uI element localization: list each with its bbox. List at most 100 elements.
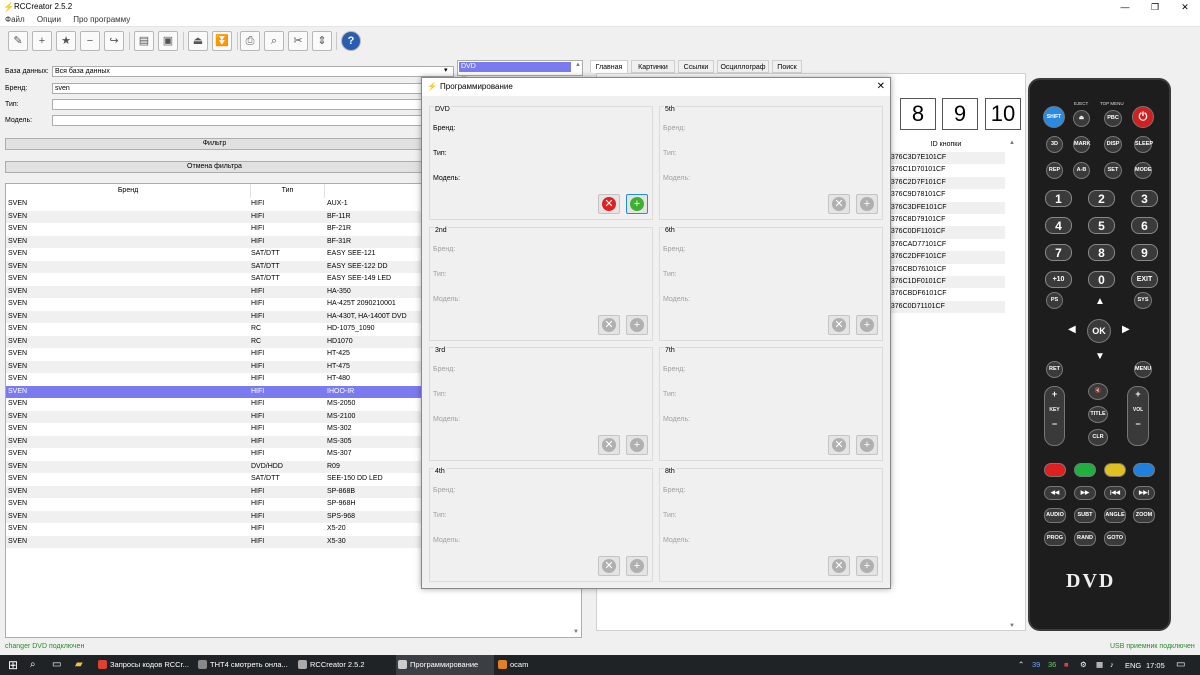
remote-prev-icon[interactable]: |◀◀	[1104, 486, 1126, 500]
device-item-selected[interactable]: DVD	[459, 62, 571, 72]
slot-remove-button[interactable]: ✕	[598, 314, 620, 335]
id-row[interactable]: 8376C1DF0101CF	[887, 276, 1005, 289]
remote-3d-button[interactable]: 3D	[1046, 136, 1063, 153]
scroll-up-icon[interactable]: ▲	[575, 62, 581, 68]
device-list[interactable]: DVD … ▲	[457, 60, 583, 79]
new-file-icon[interactable]: +	[32, 31, 52, 51]
minimize-button[interactable]: —	[1110, 0, 1140, 14]
tab-oscilloscope[interactable]: Осциллограф	[717, 60, 769, 73]
remote-sleep-button[interactable]: SLEEP	[1134, 136, 1153, 153]
remote-pscan-button[interactable]: PS	[1046, 292, 1063, 309]
remote-prog-button[interactable]: PROG	[1044, 531, 1066, 546]
remote-green-button[interactable]	[1074, 463, 1096, 477]
brand-input[interactable]: sven	[52, 83, 424, 94]
remote-ok-button[interactable]: OK	[1087, 319, 1111, 343]
menu-file[interactable]: Файл	[0, 14, 30, 25]
tray-clock[interactable]: 17:05	[1146, 661, 1165, 670]
id-row[interactable]: 8376C1D70101CF	[887, 164, 1005, 176]
slot-add-button[interactable]: +	[856, 435, 878, 455]
remove-file-icon[interactable]: −	[80, 31, 100, 51]
remote-key-plus10[interactable]: +10	[1045, 271, 1072, 288]
remote-key-1[interactable]: 1	[1045, 190, 1072, 207]
remote-key-3[interactable]: 3	[1131, 190, 1158, 207]
slot-add-button[interactable]: +	[626, 555, 648, 576]
slot-add-button[interactable]: +	[856, 555, 878, 576]
database-select[interactable]: Вся база данных	[52, 66, 454, 77]
remote-rewind-icon[interactable]: ◀◀	[1044, 486, 1066, 500]
table-row[interactable]: SVEN HIFI MS-305	[6, 435, 423, 448]
tray-network-icon[interactable]: ▦	[1096, 660, 1103, 669]
chevron-down-icon[interactable]: ▾	[444, 66, 448, 74]
tray-app-icon[interactable]: ■	[1064, 660, 1069, 669]
table-row[interactable]: SVEN HIFI X5-30	[6, 535, 423, 548]
slot-remove-button[interactable]: ✕	[828, 194, 850, 214]
remote-return-button[interactable]: RET	[1046, 361, 1063, 378]
id-row[interactable]: 8376CBDF6101CF	[887, 288, 1005, 300]
remote-setup-button[interactable]: SET	[1104, 162, 1122, 179]
taskbar-item-browser[interactable]: THT4 смотреть онла...	[196, 655, 294, 675]
remote-blue-button[interactable]	[1133, 463, 1155, 477]
export-file-icon[interactable]: ↪	[104, 31, 124, 51]
remote-key-7[interactable]: 7	[1045, 244, 1072, 261]
remote-title-button[interactable]: TITLE	[1088, 406, 1108, 423]
tab-pictures[interactable]: Картинки	[631, 60, 675, 73]
table-row[interactable]: SVEN HIFI BF-31R	[6, 235, 423, 248]
cancel-filter-button[interactable]: Отмена фильтра	[5, 161, 424, 173]
remote-key-5[interactable]: 5	[1088, 217, 1115, 234]
remote-forward-icon[interactable]: ▶▶	[1074, 486, 1096, 500]
taskbar-item-chrome[interactable]: Запросы кодов RCCr...	[96, 655, 194, 675]
remote-zoom-button[interactable]: ZOOM	[1133, 508, 1155, 523]
slot-remove-button[interactable]: ✕	[828, 314, 850, 335]
remote-ab-button[interactable]: A-B	[1073, 162, 1090, 179]
remote-key-4[interactable]: 4	[1045, 217, 1072, 234]
remote-key-0[interactable]: 0	[1088, 271, 1115, 288]
table-row[interactable]: SVEN RC HD-1075_1090	[6, 323, 423, 336]
id-header[interactable]: ID кнопки	[887, 138, 1005, 151]
remote-key-rocker[interactable]: + KEY −	[1044, 386, 1065, 446]
table-row[interactable]: SVEN HIFI X5-20	[6, 523, 423, 536]
slot-remove-button[interactable]: ✕	[828, 555, 850, 576]
taskbar-item-ocam[interactable]: ocam	[496, 655, 594, 675]
remote-random-button[interactable]: RAND	[1074, 531, 1096, 546]
slot-add-button[interactable]: +	[626, 194, 648, 214]
remote-subt-button[interactable]: SUBT	[1074, 508, 1096, 523]
menu-options[interactable]: Опции	[32, 14, 66, 25]
id-row[interactable]: 8376C0D71101CF	[887, 300, 1005, 314]
favorite-file-icon[interactable]: ★	[56, 31, 76, 51]
open-folder-icon[interactable]: ▤	[134, 31, 154, 51]
remote-volume-rocker[interactable]: + VOL −	[1127, 386, 1149, 446]
table-row[interactable]: SVEN HIFI BF-11R	[6, 210, 423, 223]
remote-system-button[interactable]: SYS	[1134, 292, 1152, 309]
table-row[interactable]: SVEN DVD/HDD R09	[6, 460, 423, 473]
search-icon[interactable]: ⌕	[30, 659, 36, 670]
remote-menu-button[interactable]: MENU	[1134, 361, 1152, 378]
slot-remove-button[interactable]: ✕	[598, 555, 620, 576]
search-icon[interactable]: ⌕	[264, 31, 284, 51]
close-button[interactable]: ✕	[1170, 0, 1200, 14]
table-row[interactable]: SVEN HIFI MS-2100	[6, 410, 423, 423]
column-header-brand[interactable]: Бренд	[6, 184, 251, 198]
slot-add-button[interactable]: +	[856, 194, 878, 214]
table-row[interactable]: SVEN HIFI MS-307	[6, 448, 423, 461]
remote-clear-button[interactable]: CLR	[1088, 429, 1108, 446]
table-row[interactable]: SVEN HIFI MS-302	[6, 423, 423, 436]
remote-key-exit[interactable]: EXIT	[1131, 271, 1158, 288]
tab-main[interactable]: Главная	[590, 60, 628, 73]
remote-mode-button[interactable]: MODE	[1134, 162, 1152, 179]
column-header-type[interactable]: Тип	[251, 184, 325, 198]
eject-icon[interactable]: ⏏	[188, 31, 208, 51]
slot-add-button[interactable]: +	[626, 435, 648, 455]
table-row[interactable]: SVEN HIFI BF-21R	[6, 223, 423, 236]
slot-add-button[interactable]: +	[856, 314, 878, 335]
table-row[interactable]: SVEN HIFI IHOO-IR	[6, 385, 423, 398]
id-row[interactable]: 8376CAD77101CF	[887, 239, 1005, 251]
windows-start-icon[interactable]: ⊞	[8, 658, 18, 672]
tray-volume-icon[interactable]: ♪	[1110, 660, 1114, 669]
table-row[interactable]: SVEN HIFI HA-350	[6, 285, 423, 298]
slot-remove-button[interactable]: ✕	[828, 435, 850, 455]
remote-right-icon[interactable]: ▶	[1122, 324, 1130, 335]
scroll-up-icon[interactable]: ▲	[1009, 140, 1015, 146]
table-row[interactable]: SVEN HIFI HA-430T, HA-1400T DVD	[6, 310, 423, 323]
slot-remove-button[interactable]: ✕	[598, 435, 620, 455]
maximize-button[interactable]: ❐	[1140, 0, 1170, 14]
